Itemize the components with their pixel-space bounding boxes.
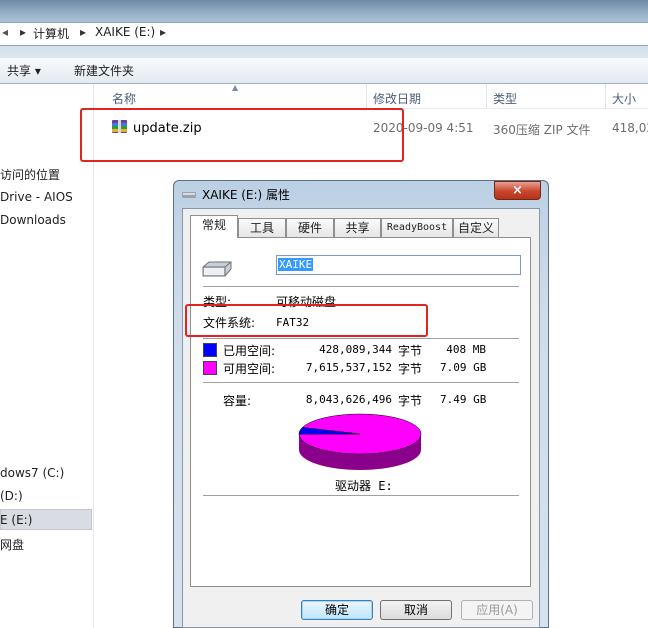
column-modified[interactable]: 修改日期 <box>373 90 421 107</box>
nav-item-drive-c[interactable]: dows7 (C:) <box>0 466 64 480</box>
share-menu-button[interactable]: 共享 ▾ <box>7 62 41 79</box>
disk-usage-pie-chart <box>298 413 422 470</box>
free-space-label: 可用空间: <box>223 362 276 376</box>
used-space-unit: 字节 <box>398 344 423 358</box>
free-space-swatch <box>203 361 217 375</box>
apply-button[interactable]: 应用(A) <box>461 600 533 620</box>
close-button[interactable]: × <box>494 181 541 200</box>
free-space-human: 7.09 GB <box>440 361 487 374</box>
nav-item-network-drive[interactable]: 网盘 <box>0 536 24 553</box>
tab-sharing[interactable]: 共享 <box>334 218 381 237</box>
drive-letter-label: 驱动器 E: <box>335 479 393 493</box>
dialog-title: XAIKE (E:) 属性 <box>202 188 291 202</box>
column-divider[interactable] <box>366 84 367 108</box>
breadcrumb-drive[interactable]: XAIKE (E:) <box>95 25 155 39</box>
divider <box>203 338 519 339</box>
capacity-bytes: 8,043,626,496 <box>305 393 392 406</box>
column-size[interactable]: 大小 <box>612 90 636 107</box>
file-type: 360压缩 ZIP 文件 <box>493 123 591 137</box>
drive-icon <box>182 188 196 198</box>
ok-button[interactable]: 确定 <box>301 600 373 620</box>
column-header-row <box>94 84 648 109</box>
capacity-human: 7.49 GB <box>440 393 487 406</box>
capacity-unit: 字节 <box>398 394 423 408</box>
used-space-human: 408 MB <box>446 343 486 356</box>
drive-name-value[interactable]: XAIKE <box>278 258 314 271</box>
divider <box>203 495 519 496</box>
filesystem-highlight-box <box>185 304 428 337</box>
breadcrumb-separator-icon[interactable]: ▸ <box>80 25 86 39</box>
column-type[interactable]: 类型 <box>493 90 517 107</box>
tab-readyboost[interactable]: ReadyBoost <box>381 218 453 237</box>
divider <box>203 286 519 287</box>
file-size: 418,02 <box>612 121 648 135</box>
tab-tools[interactable]: 工具 <box>238 218 286 237</box>
free-space-bytes: 7,615,537,152 <box>305 361 392 374</box>
free-space-unit: 字节 <box>398 362 423 376</box>
dropdown-arrow-icon: ▾ <box>34 64 41 78</box>
back-arrow-icon[interactable]: ◂ <box>2 25 8 39</box>
used-space-bytes: 428,089,344 <box>319 343 392 356</box>
tab-general[interactable]: 常规 <box>190 215 238 238</box>
sort-ascending-icon: ▲ <box>232 83 239 92</box>
nav-item-onedrive[interactable]: Drive - AIOS <box>0 190 73 204</box>
file-highlight-box <box>80 108 404 162</box>
breadcrumb-computer[interactable]: 计算机 <box>33 25 69 42</box>
capacity-label: 容量: <box>223 394 252 408</box>
breadcrumb-separator-icon[interactable]: ▸ <box>160 25 166 39</box>
divider <box>203 382 519 383</box>
tab-hardware[interactable]: 硬件 <box>286 218 334 237</box>
column-divider[interactable] <box>486 84 487 108</box>
column-name[interactable]: 名称 <box>112 90 136 107</box>
nav-item-recent-places[interactable]: 访问的位置 <box>0 166 60 183</box>
nav-item-downloads[interactable]: Downloads <box>0 213 66 227</box>
column-divider[interactable] <box>605 84 606 108</box>
cancel-button[interactable]: 取消 <box>380 600 452 620</box>
tab-customize[interactable]: 自定义 <box>453 218 499 237</box>
nav-item-drive-e[interactable]: E (E:) <box>0 513 32 527</box>
nav-item-drive-d[interactable]: (D:) <box>0 489 23 503</box>
used-space-swatch <box>203 343 217 357</box>
new-folder-button[interactable]: 新建文件夹 <box>74 62 134 79</box>
breadcrumb-separator-icon[interactable]: ▸ <box>20 25 26 39</box>
used-space-label: 已用空间: <box>223 344 276 358</box>
close-icon: × <box>512 183 523 198</box>
removable-drive-icon <box>200 260 234 280</box>
